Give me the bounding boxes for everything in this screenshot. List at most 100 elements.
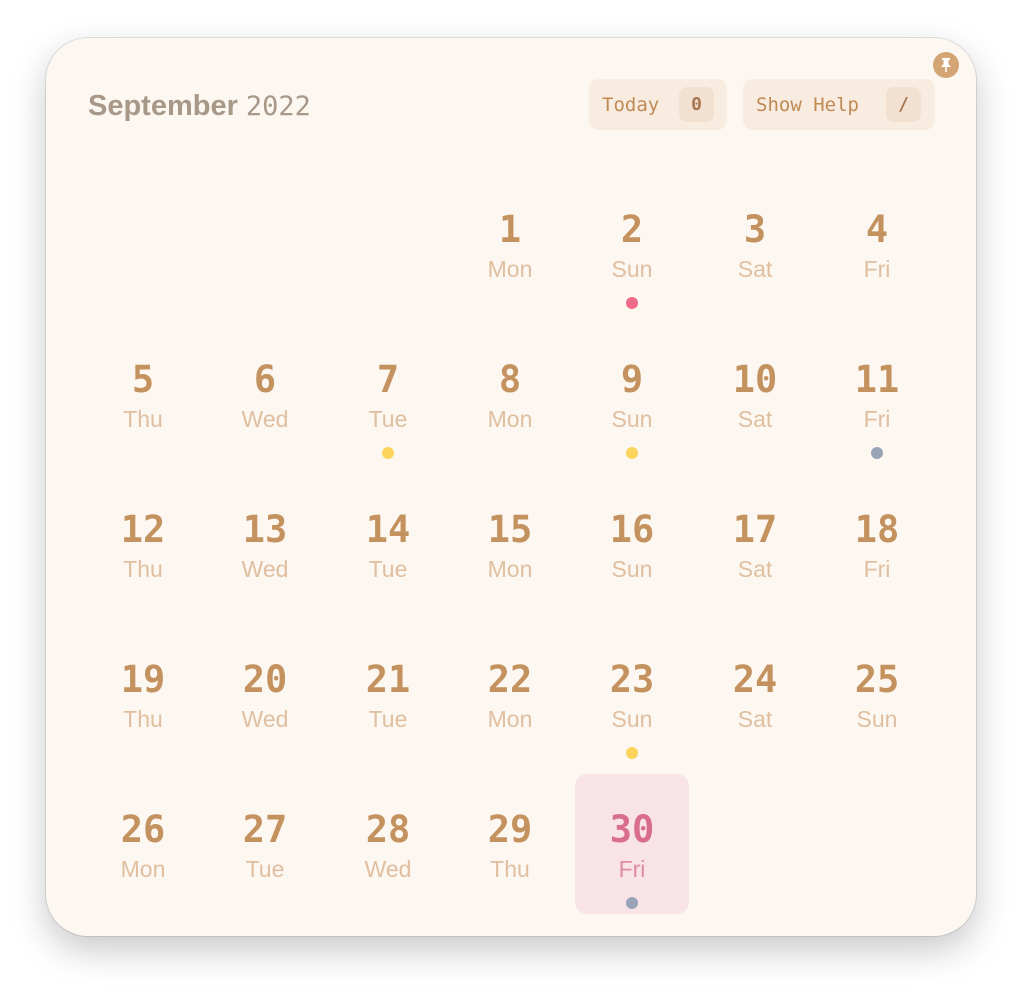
day-cell[interactable]: 20 Wed bbox=[208, 624, 322, 764]
day-number: 18 bbox=[854, 508, 900, 551]
day-cell[interactable]: 5 Thu bbox=[86, 324, 200, 464]
day-cell[interactable]: 19 Thu bbox=[86, 624, 200, 764]
day-cell[interactable]: 18 Fri bbox=[820, 474, 934, 614]
day-number: 17 bbox=[732, 508, 778, 551]
weekday-label: Mon bbox=[487, 406, 533, 432]
weekday-label: Fri bbox=[863, 556, 891, 582]
weekday-label: Sat bbox=[737, 556, 773, 582]
day-cell[interactable]: 27 Tue bbox=[208, 774, 322, 914]
day-cell[interactable]: 16 Sun bbox=[575, 474, 689, 614]
month-label: September bbox=[88, 90, 238, 122]
weekday-label: Sun bbox=[856, 706, 898, 732]
today-shortcut-key: 0 bbox=[679, 87, 714, 122]
day-number: 21 bbox=[365, 658, 411, 701]
day-cell-today[interactable]: 30 Fri bbox=[575, 774, 689, 914]
day-number: 4 bbox=[865, 208, 889, 251]
weekday-label: Thu bbox=[123, 406, 163, 432]
weekday-label: Sat bbox=[737, 256, 773, 282]
today-button[interactable]: Today 0 bbox=[589, 79, 727, 130]
day-number: 30 bbox=[609, 808, 655, 851]
weekday-label: Thu bbox=[123, 706, 163, 732]
weekday-label: Sat bbox=[737, 406, 773, 432]
day-cell[interactable]: 28 Wed bbox=[331, 774, 445, 914]
weekday-label: Sun bbox=[611, 706, 653, 732]
weekday-label: Fri bbox=[863, 256, 891, 282]
day-cell[interactable]: 17 Sat bbox=[698, 474, 812, 614]
day-cell[interactable]: 23 Sun bbox=[575, 624, 689, 764]
weekday-label: Mon bbox=[487, 256, 533, 282]
weekday-label: Sun bbox=[611, 556, 653, 582]
day-cell[interactable]: 13 Wed bbox=[208, 474, 322, 614]
weekday-label: Tue bbox=[245, 856, 285, 882]
weekday-label: Fri bbox=[863, 406, 891, 432]
day-cell[interactable]: 11 Fri bbox=[820, 324, 934, 464]
today-button-label: Today bbox=[602, 93, 660, 116]
weekday-label: Thu bbox=[123, 556, 163, 582]
day-number: 5 bbox=[131, 358, 155, 401]
weekday-label: Sun bbox=[611, 406, 653, 432]
weekday-label: Mon bbox=[120, 856, 166, 882]
day-number: 26 bbox=[120, 808, 166, 851]
weekday-label: Wed bbox=[241, 406, 289, 432]
event-dot bbox=[626, 447, 638, 459]
day-number: 15 bbox=[487, 508, 533, 551]
day-cell[interactable]: 10 Sat bbox=[698, 324, 812, 464]
day-number: 9 bbox=[620, 358, 644, 401]
show-help-button-label: Show Help bbox=[756, 93, 859, 116]
weekday-label: Sat bbox=[737, 706, 773, 732]
day-cell[interactable]: 2 Sun bbox=[575, 174, 689, 314]
day-number: 16 bbox=[609, 508, 655, 551]
page-title: September 2022 bbox=[88, 86, 311, 127]
day-number: 27 bbox=[242, 808, 288, 851]
day-number: 12 bbox=[120, 508, 166, 551]
weekday-label: Fri bbox=[618, 856, 646, 882]
weekday-label: Mon bbox=[487, 706, 533, 732]
day-number: 23 bbox=[609, 658, 655, 701]
day-number: 24 bbox=[732, 658, 778, 701]
day-cell[interactable]: 14 Tue bbox=[331, 474, 445, 614]
day-cell[interactable]: 9 Sun bbox=[575, 324, 689, 464]
help-shortcut-key: / bbox=[886, 87, 921, 122]
day-cell[interactable]: 26 Mon bbox=[86, 774, 200, 914]
day-number: 20 bbox=[242, 658, 288, 701]
weekday-label: Wed bbox=[241, 706, 289, 732]
day-cell[interactable]: 12 Thu bbox=[86, 474, 200, 614]
show-help-button[interactable]: Show Help / bbox=[743, 79, 935, 130]
day-cell[interactable]: 1 Mon bbox=[453, 174, 567, 314]
day-number: 19 bbox=[120, 658, 166, 701]
day-cell[interactable]: 22 Mon bbox=[453, 624, 567, 764]
day-number: 11 bbox=[854, 358, 900, 401]
weekday-label: Tue bbox=[368, 406, 408, 432]
pin-icon-glyph bbox=[941, 58, 951, 72]
day-number: 13 bbox=[242, 508, 288, 551]
day-number: 1 bbox=[498, 208, 522, 251]
day-cell[interactable]: 4 Fri bbox=[820, 174, 934, 314]
day-number: 14 bbox=[365, 508, 411, 551]
day-number: 7 bbox=[376, 358, 400, 401]
weekday-label: Thu bbox=[490, 856, 530, 882]
day-number: 8 bbox=[498, 358, 522, 401]
weekday-label: Tue bbox=[368, 706, 408, 732]
day-cell[interactable]: 7 Tue bbox=[331, 324, 445, 464]
day-number: 22 bbox=[487, 658, 533, 701]
event-dot bbox=[626, 897, 638, 909]
weekday-label: Tue bbox=[368, 556, 408, 582]
day-cell[interactable]: 3 Sat bbox=[698, 174, 812, 314]
day-cell[interactable]: 21 Tue bbox=[331, 624, 445, 764]
day-cell[interactable]: 6 Wed bbox=[208, 324, 322, 464]
day-cell[interactable]: 24 Sat bbox=[698, 624, 812, 764]
pin-icon[interactable] bbox=[933, 52, 959, 78]
weekday-label: Wed bbox=[241, 556, 289, 582]
day-cell[interactable]: 25 Sun bbox=[820, 624, 934, 764]
day-cell[interactable]: 29 Thu bbox=[453, 774, 567, 914]
weekday-label: Wed bbox=[364, 856, 412, 882]
day-number: 28 bbox=[365, 808, 411, 851]
day-number: 10 bbox=[732, 358, 778, 401]
day-number: 29 bbox=[487, 808, 533, 851]
event-dot bbox=[871, 447, 883, 459]
day-cell[interactable]: 8 Mon bbox=[453, 324, 567, 464]
calendar-window: September 2022 Today 0 Show Help / 1 Mon 2 S… bbox=[46, 38, 976, 936]
day-cell[interactable]: 15 Mon bbox=[453, 474, 567, 614]
weekday-label: Mon bbox=[487, 556, 533, 582]
day-number: 2 bbox=[620, 208, 644, 251]
